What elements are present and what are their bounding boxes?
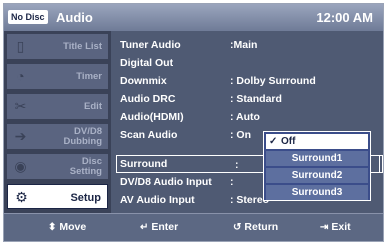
enter-icon: ↵ (140, 222, 149, 233)
surround-options-popup: ✓ Off Surround1 Surround2 Surround3 (263, 131, 371, 201)
exit-icon: ⇥ (320, 222, 329, 233)
page-title: Audio (56, 10, 93, 25)
menu-row-label: Digital Out (120, 57, 174, 69)
sidebar: ▯ Title List ◔ Timer ✂ Edit ➔ DV/D8 Dubbing ◉ Disc… (4, 31, 111, 213)
menu-row-label: AV Audio Input (120, 194, 195, 206)
menu-row-tuner-audio[interactable]: Tuner Audio :Main (112, 36, 383, 54)
surround-option-surround3[interactable]: Surround3 (266, 185, 368, 200)
footer-return-label: Return (244, 221, 279, 233)
option-label: Surround1 (291, 153, 343, 164)
option-label: Off (281, 136, 296, 147)
screen: No Disc Audio 12:00 AM ▯ Title List ◔ Timer… (0, 0, 389, 246)
menu-row-label: Surround (120, 158, 168, 170)
footer-enter: ↵ Enter (140, 214, 178, 241)
menu-row-label: Downmix (120, 75, 167, 87)
sidebar-item-label: Edit (84, 94, 102, 119)
clock-display: 12:00 AM (316, 10, 373, 25)
sidebar-label-line: Setting (69, 165, 102, 177)
surround-option-off[interactable]: ✓ Off (266, 134, 368, 149)
menu-row-value: : (235, 159, 239, 171)
sidebar-item-timer[interactable]: ◔ Timer (7, 64, 108, 89)
return-icon: ↺ (233, 222, 242, 233)
dubbing-icon: ➔ (14, 128, 27, 144)
check-icon: ✓ (269, 136, 278, 147)
menu-row-downmix[interactable]: Downmix : Dolby Surround (112, 72, 383, 90)
menu-row-value: : Dolby Surround (230, 75, 316, 87)
footer-nav-bar: ⬍ Move ↵ Enter ↺ Return ⇥ Exit (4, 213, 383, 241)
sidebar-label-line: Title List (63, 40, 102, 52)
sidebar-item-dv-d8-dubbing[interactable]: ➔ DV/D8 Dubbing (7, 124, 108, 149)
updown-arrow-icon: ⬍ (48, 222, 57, 233)
sidebar-item-title-list[interactable]: ▯ Title List (7, 34, 108, 59)
sidebar-label-line: Edit (84, 100, 102, 112)
footer-move-label: Move (59, 221, 87, 233)
menu-row-value: : Standard (230, 93, 282, 105)
sidebar-label-line: DV/D8 (74, 125, 102, 137)
no-disc-badge: No Disc (8, 10, 48, 24)
film-icon: ▯ (16, 38, 25, 54)
menu-row-value: : (230, 176, 234, 188)
footer-enter-label: Enter (151, 221, 179, 233)
menu-row-label: Tuner Audio (120, 39, 181, 51)
menu-row-digital-out[interactable]: Digital Out (112, 54, 383, 72)
sidebar-item-label: DV/D8 Dubbing (63, 124, 102, 149)
surround-option-surround2[interactable]: Surround2 (266, 168, 368, 183)
surround-option-surround1[interactable]: Surround1 (266, 151, 368, 166)
scissors-icon: ✂ (14, 98, 27, 114)
sidebar-item-label: Setup (70, 185, 101, 210)
option-label: Surround2 (291, 170, 343, 181)
footer-move: ⬍ Move (48, 214, 86, 241)
menu-row-label: DV/D8 Audio Input (120, 176, 212, 188)
sidebar-item-label: Disc Setting (70, 154, 102, 179)
sidebar-item-edit[interactable]: ✂ Edit (7, 94, 108, 119)
sidebar-item-setup[interactable]: ⚙ Setup (7, 184, 108, 209)
header-bar: No Disc Audio 12:00 AM (4, 4, 383, 31)
clock-icon: ◔ (16, 68, 25, 84)
menu-row-audio-hdmi-[interactable]: Audio(HDMI) : Auto (112, 108, 383, 126)
sidebar-item-label: Title List (63, 34, 102, 59)
sidebar-label-line: Disc (81, 155, 102, 167)
menu-row-value: :Main (230, 39, 258, 51)
menu-row-label: Audio DRC (120, 93, 176, 105)
sidebar-label-line: Setup (70, 191, 101, 204)
menu-row-value: : Auto (230, 111, 260, 123)
gear-icon: ⚙ (15, 189, 28, 205)
footer-exit: ⇥ Exit (320, 214, 351, 241)
footer-return: ↺ Return (233, 214, 278, 241)
menu-row-label: Scan Audio (120, 129, 178, 141)
footer-exit-label: Exit (331, 221, 351, 233)
sidebar-label-line: Timer (76, 70, 102, 82)
option-label: Surround3 (291, 187, 343, 198)
sidebar-label-line: Dubbing (63, 135, 102, 147)
sidebar-item-label: Timer (76, 64, 102, 89)
selection-box-edge (377, 155, 383, 173)
sidebar-item-disc-setting[interactable]: ◉ Disc Setting (7, 154, 108, 179)
menu-row-label: Audio(HDMI) (120, 111, 184, 123)
menu-row-audio-drc[interactable]: Audio DRC : Standard (112, 90, 383, 108)
disc-icon: ◉ (14, 158, 27, 174)
osd-frame: No Disc Audio 12:00 AM ▯ Title List ◔ Timer… (3, 3, 384, 242)
menu-row-value: : On (230, 129, 251, 141)
